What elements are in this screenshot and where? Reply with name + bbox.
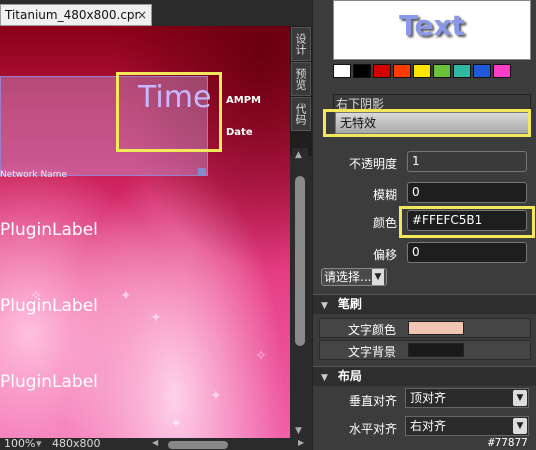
- offset-input[interactable]: 0: [407, 242, 527, 263]
- horizontal-align-select[interactable]: 右对齐 ▼: [405, 416, 529, 436]
- text-background-row[interactable]: 文字背景: [319, 340, 531, 360]
- tab-design[interactable]: 设计: [291, 27, 311, 61]
- status-bar: 100% ▾ 480x800 ◀ ▶: [0, 437, 312, 450]
- opacity-input[interactable]: 1: [407, 151, 527, 172]
- color-swatch[interactable]: [433, 64, 451, 78]
- effect-highlight-frame: [323, 109, 531, 137]
- text-color-row[interactable]: 文字颜色: [319, 318, 531, 338]
- blur-input[interactable]: 0: [407, 182, 527, 203]
- blur-label: 模糊: [372, 188, 397, 202]
- sparkle-decoration: ✦: [170, 416, 182, 432]
- vertical-scrollbar[interactable]: ▲ ▼: [292, 148, 308, 438]
- color-swatch[interactable]: [353, 64, 371, 78]
- scroll-down-icon[interactable]: ▼: [295, 426, 302, 436]
- tab-preview[interactable]: 预览: [291, 62, 311, 96]
- color-swatch[interactable]: [453, 64, 471, 78]
- vertical-align-value: 顶对齐: [410, 391, 447, 405]
- plugin-label[interactable]: PluginLabel: [0, 220, 98, 240]
- color-highlight-frame: [399, 206, 535, 238]
- offset-label: 偏移: [372, 248, 397, 262]
- scroll-left-icon[interactable]: ◀: [152, 438, 158, 447]
- zoom-dropdown-icon[interactable]: ▾: [36, 437, 42, 450]
- watermark-text: #77877: [488, 436, 528, 449]
- color-swatch[interactable]: [413, 64, 431, 78]
- vertical-align-select[interactable]: 顶对齐 ▼: [405, 388, 529, 408]
- tab-code[interactable]: 代码: [291, 97, 311, 131]
- view-mode-tabs: 设计 预览 代码: [290, 26, 312, 156]
- opacity-label: 不透明度: [348, 157, 397, 171]
- zoom-level[interactable]: 100%: [4, 437, 35, 450]
- horizontal-align-value: 右对齐: [410, 419, 447, 433]
- resize-handle[interactable]: [198, 168, 206, 176]
- color-swatch-row: [333, 64, 533, 80]
- design-canvas[interactable]: ✦ ✦ ✧ ✦ ✧ ✦ Time AMPM Date Network Name …: [0, 26, 290, 438]
- plugin-label[interactable]: PluginLabel: [0, 296, 98, 316]
- horizontal-align-label: 水平对齐: [348, 422, 397, 436]
- date-label[interactable]: Date: [226, 127, 253, 138]
- ampm-label[interactable]: AMPM: [226, 95, 261, 106]
- color-swatch[interactable]: [373, 64, 391, 78]
- tab-strip: [152, 4, 312, 26]
- color-label: 颜色: [372, 216, 397, 230]
- sparkle-decoration: ✦: [150, 310, 162, 326]
- network-name-label[interactable]: Network Name: [0, 170, 67, 180]
- color-swatch[interactable]: [473, 64, 491, 78]
- scroll-thumb[interactable]: [295, 176, 305, 346]
- layout-section-header[interactable]: ▼ 布局: [313, 366, 536, 386]
- preview-text: Text: [399, 9, 465, 42]
- collapse-triangle-icon[interactable]: ▼: [321, 301, 328, 311]
- color-swatch[interactable]: [333, 64, 351, 78]
- properties-panel: Text 右下阴影 无特效 不透明度 1 模糊 0 颜色 #FFEFC5B1 偏…: [312, 0, 536, 450]
- collapse-triangle-icon[interactable]: ▼: [321, 373, 328, 383]
- sparkle-decoration: ✦: [120, 288, 132, 304]
- sparkle-decoration: ✧: [255, 348, 267, 364]
- brush-section-header[interactable]: ▼ 笔刷: [313, 294, 536, 314]
- time-highlight-frame: [116, 72, 222, 152]
- text-background-swatch[interactable]: [408, 343, 464, 357]
- choose-preset-button[interactable]: 请选择... ▼: [321, 268, 387, 286]
- text-style-preview: Text: [333, 0, 531, 60]
- layout-section-title: 布局: [337, 369, 362, 383]
- chevron-down-icon: ▼: [513, 390, 527, 406]
- close-icon[interactable]: ×: [137, 5, 147, 25]
- chevron-down-icon: ▼: [513, 418, 527, 434]
- document-tab-title: Titanium_480x800.cpr: [5, 8, 140, 22]
- color-swatch[interactable]: [493, 64, 511, 78]
- scroll-up-icon[interactable]: ▲: [295, 150, 302, 160]
- resolution-readout: 480x800: [52, 437, 101, 450]
- text-background-label: 文字背景: [348, 345, 397, 359]
- sparkle-decoration: ✦: [210, 388, 222, 404]
- scroll-right-icon[interactable]: ▶: [298, 438, 304, 447]
- plugin-label[interactable]: PluginLabel: [0, 372, 98, 392]
- document-tab[interactable]: Titanium_480x800.cpr ×: [0, 4, 152, 26]
- horizontal-scroll-thumb[interactable]: [168, 441, 228, 449]
- brush-section-title: 笔刷: [337, 297, 362, 311]
- vertical-align-label: 垂直对齐: [348, 394, 397, 408]
- text-color-label: 文字颜色: [348, 323, 397, 337]
- choose-preset-label: 请选择...: [324, 270, 372, 284]
- color-swatch[interactable]: [393, 64, 411, 78]
- chevron-down-icon: ▼: [372, 269, 384, 285]
- text-color-swatch[interactable]: [408, 321, 464, 335]
- design-editor: Titanium_480x800.cpr × ✦ ✦ ✧ ✦ ✧ ✦ Time …: [0, 0, 312, 450]
